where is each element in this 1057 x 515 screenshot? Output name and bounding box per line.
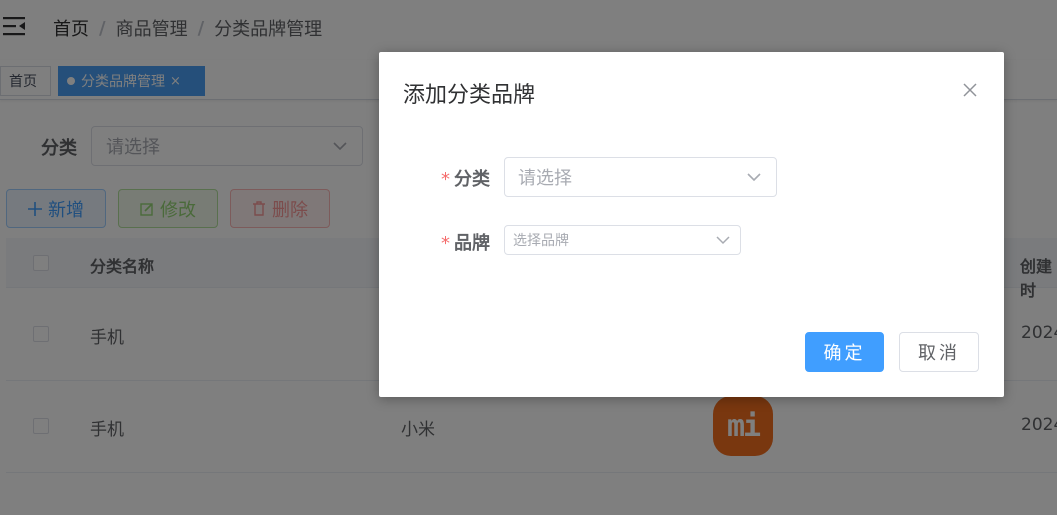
chevron-down-icon [716, 236, 730, 245]
cancel-button[interactable]: 取消 [899, 332, 979, 372]
dialog-title: 添加分类品牌 [403, 83, 536, 108]
required-mark: * [441, 169, 450, 190]
brand-placeholder: 选择品牌 [513, 233, 569, 249]
brand-label-text: 品牌 [454, 233, 490, 254]
category-form-label: * 分类 [441, 165, 490, 191]
close-icon[interactable] [962, 82, 978, 98]
required-mark: * [441, 233, 450, 254]
category-placeholder: 请选择 [518, 168, 572, 189]
brand-form-label: * 品牌 [441, 229, 490, 255]
brand-select[interactable]: 选择品牌 [504, 225, 741, 255]
category-select[interactable]: 请选择 [504, 157, 777, 197]
add-category-brand-dialog: 添加分类品牌 * 分类 请选择 * 品牌 选择品牌 确定 取消 [379, 52, 1004, 397]
chevron-down-icon [747, 173, 761, 182]
category-label-text: 分类 [454, 169, 490, 190]
confirm-button[interactable]: 确定 [805, 332, 884, 372]
